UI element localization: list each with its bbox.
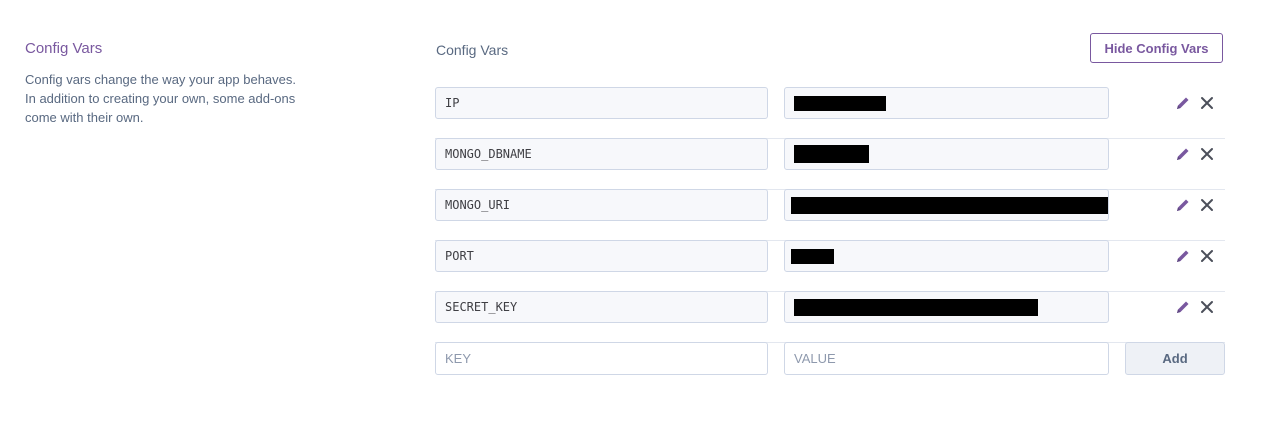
config-var-key[interactable]: SECRET_KEY	[435, 291, 768, 323]
pencil-icon[interactable]	[1175, 146, 1191, 162]
close-icon[interactable]	[1199, 299, 1215, 315]
close-icon[interactable]	[1199, 197, 1215, 213]
config-var-row: MONGO_DBNAME	[435, 138, 1225, 190]
close-icon[interactable]	[1199, 95, 1215, 111]
close-icon[interactable]	[1199, 146, 1215, 162]
sidebar-description: Config vars change the way your app beha…	[25, 72, 297, 125]
config-var-value[interactable]	[784, 138, 1109, 170]
redaction-box	[794, 298, 1038, 316]
config-var-key[interactable]: MONGO_URI	[435, 189, 768, 221]
redaction-box	[794, 145, 869, 163]
close-icon[interactable]	[1199, 248, 1215, 264]
config-var-row: PORT	[435, 240, 1225, 292]
config-var-value[interactable]	[784, 240, 1109, 272]
config-var-value[interactable]	[784, 291, 1109, 323]
config-var-row: IP	[435, 87, 1225, 139]
new-config-var-row: Add	[435, 342, 1225, 393]
redaction-box	[794, 95, 886, 111]
config-var-row: MONGO_URI	[435, 189, 1225, 241]
pencil-icon[interactable]	[1175, 95, 1191, 111]
new-key-input[interactable]	[435, 342, 768, 375]
pencil-icon[interactable]	[1175, 299, 1191, 315]
hide-config-vars-button[interactable]: Hide Config Vars	[1090, 33, 1223, 63]
config-var-key[interactable]: IP	[435, 87, 768, 119]
redaction-box	[791, 248, 834, 264]
pencil-icon[interactable]	[1175, 197, 1191, 213]
config-var-key[interactable]: PORT	[435, 240, 768, 272]
config-var-key[interactable]: MONGO_DBNAME	[435, 138, 768, 170]
sidebar-title: Config Vars	[25, 40, 103, 57]
config-vars-title: Config Vars	[436, 42, 509, 58]
config-var-value[interactable]	[784, 189, 1109, 221]
config-var-row: SECRET_KEY	[435, 291, 1225, 343]
redaction-box	[791, 196, 1108, 214]
pencil-icon[interactable]	[1175, 248, 1191, 264]
new-value-input[interactable]	[784, 342, 1109, 375]
config-var-value[interactable]	[784, 87, 1109, 119]
add-button[interactable]: Add	[1125, 342, 1225, 375]
